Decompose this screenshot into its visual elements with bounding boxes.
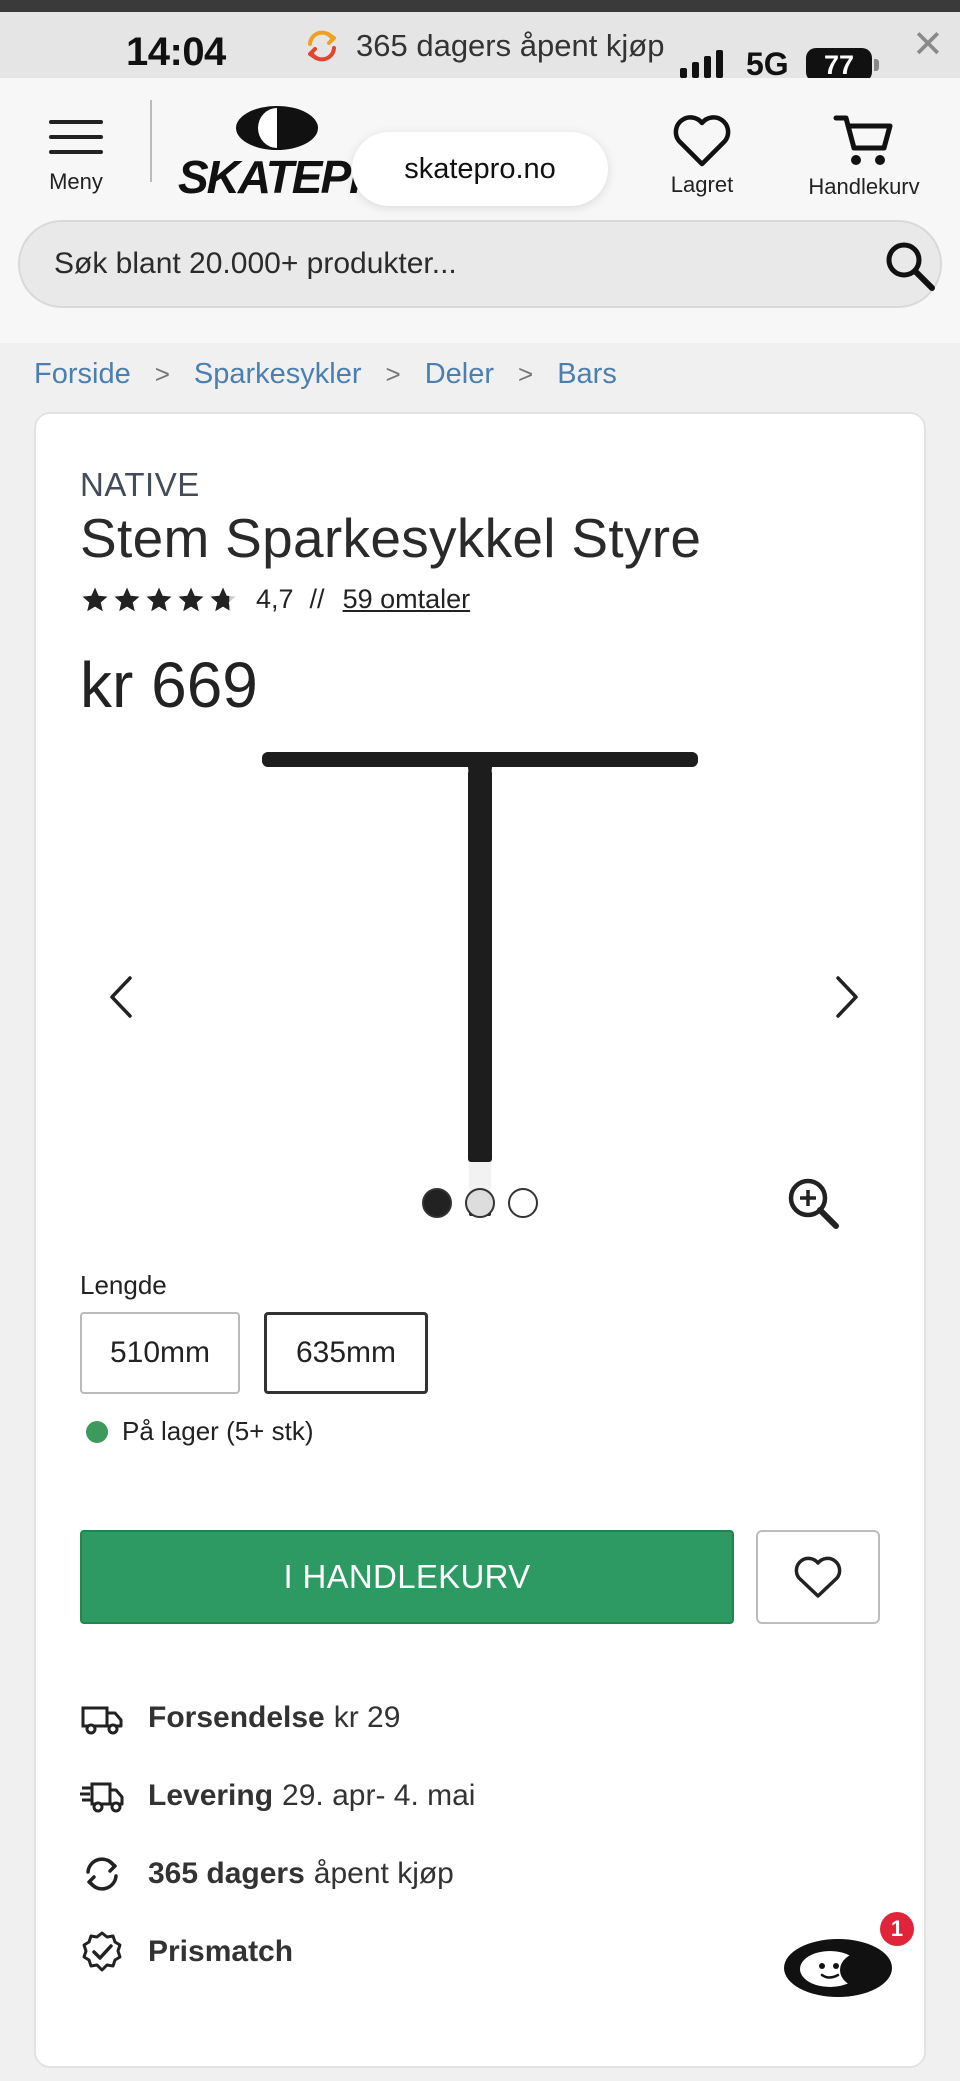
close-icon[interactable]: ✕ [912,26,944,64]
option-510mm[interactable]: 510mm [80,1312,240,1394]
chevron-right-icon[interactable] [824,970,868,1024]
add-to-cart-button[interactable]: I HANDLEKURV [80,1530,734,1624]
url-pill[interactable]: skatepro.no [352,132,608,206]
wishlist-button[interactable] [756,1530,880,1624]
product-image [262,752,698,1216]
heart-icon [673,115,731,167]
feature-shipping-title: Forsendelse [148,1701,325,1734]
chevron-right-icon: > [154,359,170,389]
chat-notification-badge: 1 [880,1912,914,1946]
skatepro-logo[interactable]: SKATEPRO [178,104,378,204]
promo-text: 365 dagers åpent kjøp [356,28,665,63]
search-icon[interactable] [882,238,938,294]
star-icon [146,587,172,611]
header-divider [150,100,152,182]
top-strip [0,0,960,12]
star-icon [82,587,108,611]
in-stock-dot-icon [86,1420,108,1443]
option-label: Lengde [80,1270,167,1300]
breadcrumb-link-scooters[interactable]: Sparkesykler [194,358,362,391]
feature-returns-text: åpent kjøp [313,1857,454,1890]
promo-banner[interactable]: 365 dagers åpent kjøp [302,18,665,74]
search-input[interactable] [54,222,854,306]
product-price: kr 669 [80,649,258,721]
breadcrumb: Forside > Sparkesykler > Deler > Bars [34,358,617,391]
breadcrumb-link-parts[interactable]: Deler [425,358,494,391]
star-icon [178,587,204,611]
gallery-dot[interactable] [422,1188,452,1218]
menu-button[interactable]: Meny [40,120,112,204]
gallery-dots [422,1188,538,1218]
cart-label: Handlekurv [808,174,920,199]
product-brand[interactable]: NATIVE [80,466,200,504]
feature-delivery-text: 29. apr- 4. mai [282,1779,476,1812]
feature-shipping: Forsendelse kr 29 [80,1696,400,1740]
breadcrumb-link-bars[interactable]: Bars [557,358,617,391]
cart-icon [833,115,893,165]
feature-pricematch: Prismatch [80,1930,302,1974]
rating-separator: // [309,584,325,614]
gallery-dot[interactable] [465,1188,495,1218]
product-title: Stem Sparkesykkel Styre [80,507,702,569]
feature-delivery-title: Levering [148,1779,274,1812]
star-partial-icon [210,587,236,611]
truck-icon [81,1706,123,1735]
cart-button[interactable]: Handlekurv [798,112,930,200]
hamburger-icon [49,120,103,165]
saved-label: Lagret [670,172,734,197]
stock-status: På lager (5+ stk) [86,1416,313,1447]
battery-level: 77 [823,49,855,80]
star-rating [80,585,238,615]
chevron-right-icon: > [518,359,534,389]
saved-button[interactable]: Lagret [660,112,744,198]
feature-delivery: Levering 29. apr- 4. mai [80,1774,475,1818]
feature-returns-title: 365 dagers [148,1857,305,1890]
product-rating: 4,7 // 59 omtaler [80,584,470,615]
product-gallery[interactable] [80,740,880,1250]
zoom-in-icon[interactable] [786,1176,840,1230]
fast-delivery-icon [80,1782,124,1813]
reviews-link[interactable]: 59 omtaler [343,584,471,615]
search-bar [18,220,942,308]
signal-icon [680,50,723,78]
logo-mark-icon [236,106,318,150]
chat-icon[interactable] [782,1936,894,2000]
breadcrumb-link-home[interactable]: Forside [34,358,131,391]
chevron-right-icon: > [385,359,401,389]
logo-text: SKATEPRO [178,151,378,203]
return-icon [86,1857,118,1891]
chevron-left-icon[interactable] [100,970,144,1024]
gallery-dot[interactable] [508,1188,538,1218]
star-icon [114,587,140,611]
feature-shipping-text: kr 29 [333,1701,401,1734]
feature-pricematch-title: Prismatch [148,1935,294,1968]
stock-text: På lager (5+ stk) [122,1416,314,1446]
price-match-icon [82,1931,122,1972]
option-635mm[interactable]: 635mm [264,1312,428,1394]
menu-label: Meny [49,169,103,194]
battery-icon: 77 [806,48,879,82]
status-time: 14:04 [126,30,226,74]
rating-value: 4,7 [256,584,294,614]
feature-returns: 365 dagers åpent kjøp [80,1852,454,1896]
heart-icon [794,1556,842,1598]
return-arrows-icon [308,30,336,62]
